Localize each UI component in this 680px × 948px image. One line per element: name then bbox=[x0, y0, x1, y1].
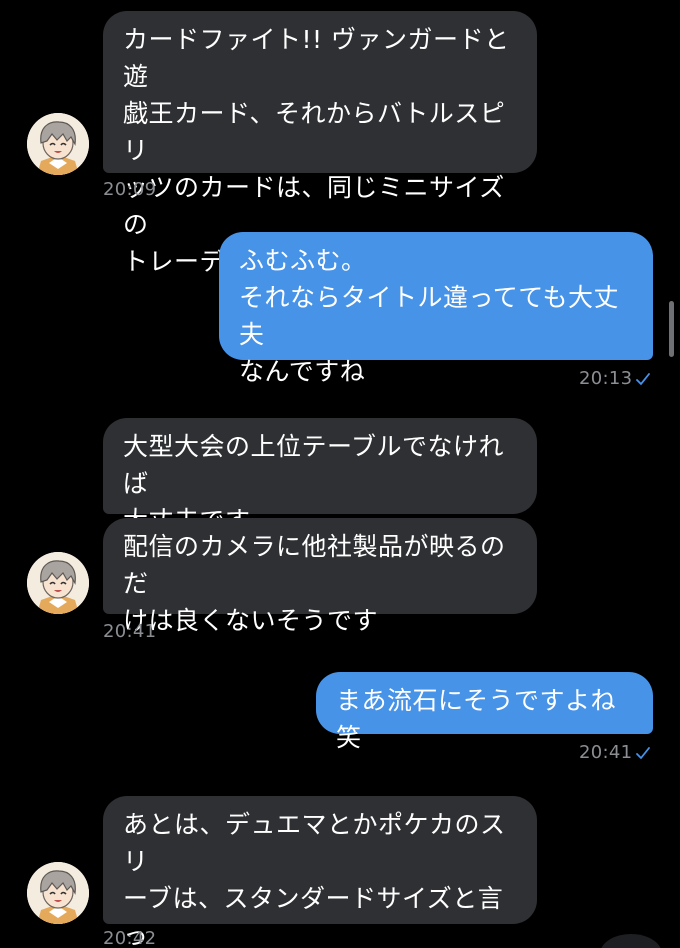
cartoon-avatar-icon bbox=[27, 552, 89, 614]
scroll-to-bottom-button[interactable] bbox=[600, 934, 662, 948]
message-timestamp: 20:13 bbox=[579, 368, 633, 389]
checkmark-icon bbox=[636, 373, 650, 385]
scrollbar[interactable] bbox=[669, 301, 674, 357]
sender-avatar[interactable] bbox=[27, 113, 89, 175]
message-timestamp: 20:41 bbox=[579, 742, 633, 763]
outgoing-message-bubble[interactable]: ふむふむ。 それならタイトル違ってても大丈夫 なんですね bbox=[219, 232, 653, 386]
sender-avatar[interactable] bbox=[27, 552, 89, 614]
incoming-message-bubble[interactable]: あとは、デュエマとかポケカのスリ ーブは、スタンダードサイズと言っ てサイズが異… bbox=[103, 796, 537, 948]
outgoing-message-bubble[interactable]: まあ流石にそうですよね笑 bbox=[316, 672, 653, 752]
message-timestamp: 20:42 bbox=[103, 928, 157, 948]
cartoon-avatar-icon bbox=[27, 113, 89, 175]
cartoon-avatar-icon bbox=[27, 862, 89, 924]
sender-avatar[interactable] bbox=[27, 862, 89, 924]
chat-screen: カードファイト!! ヴァンガードと遊 戯王カード、それからバトルスピリ ッツのカ… bbox=[0, 0, 680, 948]
incoming-message-bubble[interactable]: 大型大会の上位テーブルでなければ 大丈夫です bbox=[103, 418, 537, 535]
incoming-message-bubble[interactable]: 配信のカメラに他社製品が映るのだ けは良くないそうです bbox=[103, 518, 537, 635]
message-timestamp: 20:41 bbox=[103, 621, 157, 642]
incoming-message-bubble[interactable]: カードファイト!! ヴァンガードと遊 戯王カード、それからバトルスピリ ッツのカ… bbox=[103, 11, 537, 276]
message-timestamp: 20:09 bbox=[103, 179, 157, 200]
checkmark-icon bbox=[636, 747, 650, 759]
